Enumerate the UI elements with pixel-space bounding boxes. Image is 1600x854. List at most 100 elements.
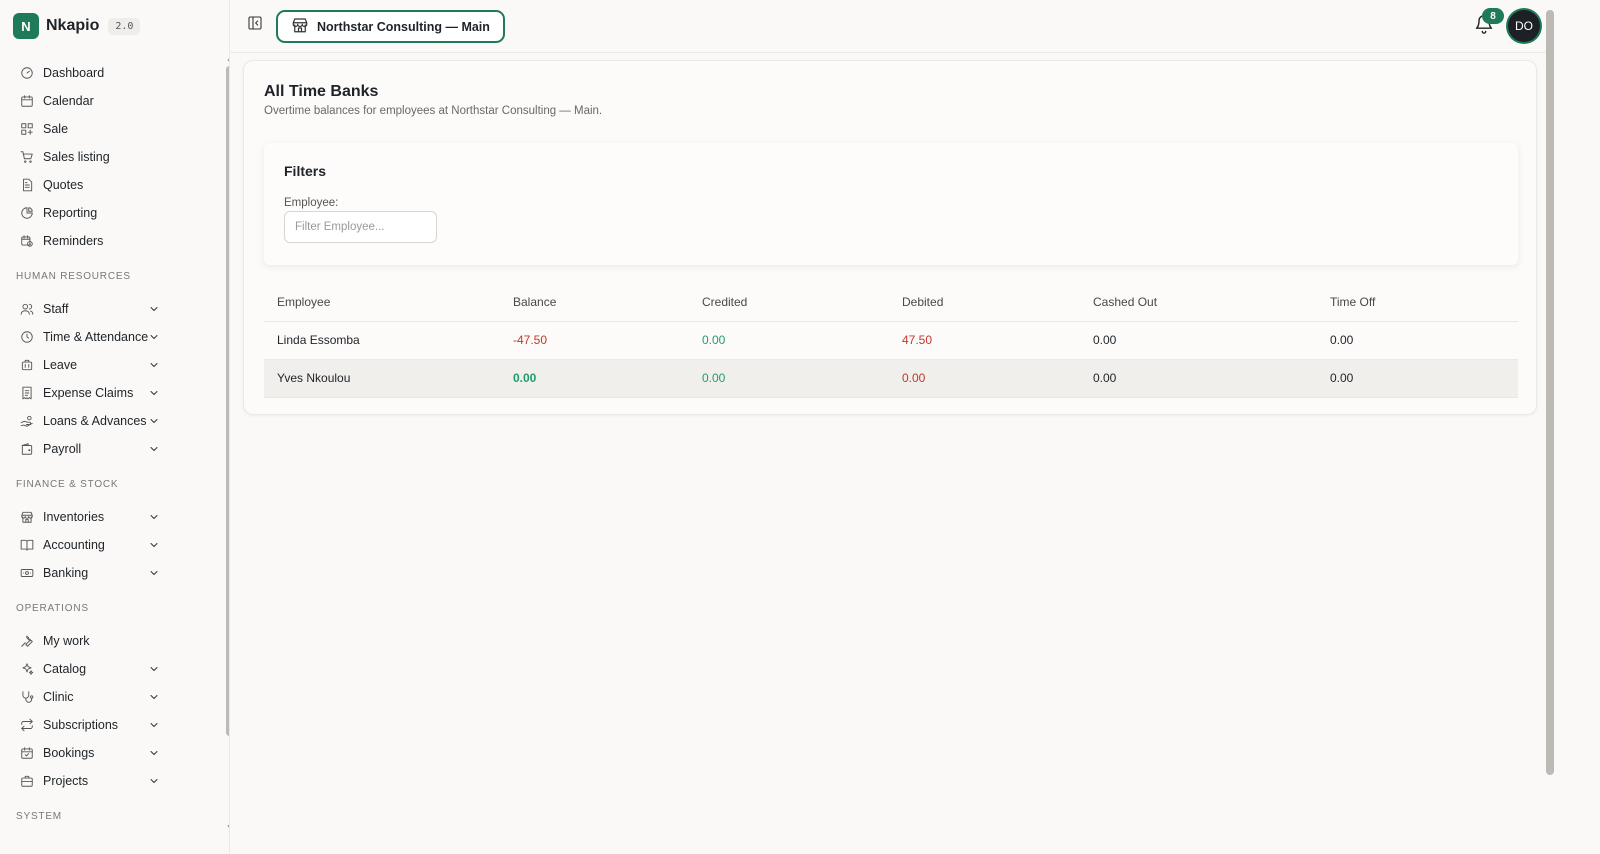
sidebar-item-label: Reporting bbox=[43, 206, 98, 220]
sidebar-item-projects[interactable]: Projects bbox=[0, 767, 229, 795]
sidebar-item-label: Banking bbox=[43, 566, 89, 580]
sidebar-item-banking[interactable]: Banking bbox=[0, 559, 229, 587]
sidebar-item-label: Catalog bbox=[43, 662, 87, 676]
employee-filter-label: Employee: bbox=[284, 197, 339, 209]
notification-count-badge: 8 bbox=[1482, 8, 1504, 24]
chevron-down-icon[interactable] bbox=[148, 415, 160, 427]
chevron-down-icon[interactable] bbox=[148, 511, 160, 523]
sidebar-item-bookings[interactable]: Bookings bbox=[0, 739, 229, 767]
chevron-down-icon[interactable] bbox=[148, 719, 160, 731]
chevron-down-icon[interactable] bbox=[148, 747, 160, 759]
cell-debited: 0.00 bbox=[902, 371, 926, 385]
column-header-cashed-out[interactable]: Cashed Out bbox=[1080, 283, 1317, 322]
hand-coins-icon bbox=[20, 414, 34, 428]
sidebar-item-label: Sale bbox=[43, 122, 69, 136]
collapse-sidebar-button[interactable] bbox=[247, 15, 263, 31]
sidebar-item-reporting[interactable]: Reporting bbox=[0, 199, 229, 227]
employee-filter-input[interactable] bbox=[284, 211, 437, 243]
sidebar-item-subscriptions[interactable]: Subscriptions bbox=[0, 711, 229, 739]
topbar: Northstar Consulting — Main 8 DO bbox=[230, 0, 1552, 53]
column-header-balance[interactable]: Balance bbox=[500, 283, 689, 322]
scroll-down-arrow[interactable]: ▼ bbox=[226, 824, 229, 831]
filters-panel: Filters Employee: bbox=[264, 143, 1518, 265]
sidebar-item-payroll[interactable]: Payroll bbox=[0, 435, 229, 463]
sidebar-item-label: Sales listing bbox=[43, 150, 110, 164]
calendar-clock-icon bbox=[20, 234, 34, 248]
page-scrollbar[interactable] bbox=[1546, 10, 1554, 775]
chevron-down-icon[interactable] bbox=[148, 303, 160, 315]
version-badge: 2.0 bbox=[108, 17, 141, 35]
sidebar-item-sales-listing[interactable]: Sales listing bbox=[0, 143, 229, 171]
sidebar-item-label: Time & Attendance bbox=[43, 330, 149, 344]
suitcase-icon bbox=[20, 358, 34, 372]
sidebar-item-label: Clinic bbox=[43, 690, 74, 704]
column-header-employee[interactable]: Employee bbox=[264, 283, 500, 322]
sidebar-item-label: Quotes bbox=[43, 178, 84, 192]
sidebar-item-catalog[interactable]: Catalog bbox=[0, 655, 229, 683]
sparkles-icon bbox=[20, 662, 34, 676]
chevron-down-icon[interactable] bbox=[148, 359, 160, 371]
sidebar-item-label: Dashboard bbox=[43, 66, 105, 80]
store-icon bbox=[291, 16, 309, 37]
page-subtitle: Overtime balances for employees at North… bbox=[264, 105, 603, 117]
column-header-time-off[interactable]: Time Off bbox=[1317, 283, 1518, 322]
calendar-icon bbox=[20, 94, 34, 108]
sidebar-item-label: Subscriptions bbox=[43, 718, 119, 732]
chevron-down-icon[interactable] bbox=[148, 539, 160, 551]
table-row[interactable]: Linda Essomba -47.50 0.00 47.50 0.00 0.0… bbox=[264, 321, 1518, 359]
section-title-operations: OPERATIONS bbox=[16, 603, 89, 614]
receipt-icon bbox=[20, 386, 34, 400]
column-header-debited[interactable]: Debited bbox=[889, 283, 1080, 322]
chevron-down-icon[interactable] bbox=[148, 331, 160, 343]
sidebar-item-my-work[interactable]: My work bbox=[0, 627, 229, 655]
brand-name: Nkapio bbox=[46, 17, 100, 34]
sidebar-nav: Dashboard Calendar Sale Sales listing Qu… bbox=[0, 59, 229, 835]
cell-cashed-out: 0.00 bbox=[1093, 333, 1117, 347]
chevron-down-icon[interactable] bbox=[148, 775, 160, 787]
sidebar-item-staff[interactable]: Staff bbox=[0, 295, 229, 323]
store-icon bbox=[20, 510, 34, 524]
chevron-down-icon[interactable] bbox=[148, 387, 160, 399]
sidebar-item-expense-claims[interactable]: Expense Claims bbox=[0, 379, 229, 407]
cell-employee: Linda Essomba bbox=[277, 333, 360, 347]
table-row[interactable]: Yves Nkoulou 0.00 0.00 0.00 0.00 0.00 bbox=[264, 359, 1518, 397]
sidebar-item-inventories[interactable]: Inventories bbox=[0, 503, 229, 531]
sidebar-item-clinic[interactable]: Clinic bbox=[0, 683, 229, 711]
sidebar-item-label: Inventories bbox=[43, 510, 105, 524]
users-icon bbox=[20, 302, 34, 316]
gauge-icon bbox=[20, 66, 34, 80]
book-icon bbox=[20, 538, 34, 552]
section-title-finance: FINANCE & STOCK bbox=[16, 479, 119, 490]
chevron-down-icon[interactable] bbox=[148, 567, 160, 579]
brand[interactable]: N Nkapio 2.0 bbox=[13, 13, 141, 39]
sidebar-item-loans-advances[interactable]: Loans & Advances bbox=[0, 407, 229, 435]
briefcase-icon bbox=[20, 774, 34, 788]
chevron-down-icon[interactable] bbox=[148, 663, 160, 675]
pie-chart-icon bbox=[20, 206, 34, 220]
column-header-credited[interactable]: Credited bbox=[689, 283, 889, 322]
sidebar-item-time-attendance[interactable]: Time & Attendance bbox=[0, 323, 229, 351]
sidebar-item-leave[interactable]: Leave bbox=[0, 351, 229, 379]
clock-icon bbox=[20, 330, 34, 344]
wallet-icon bbox=[20, 442, 34, 456]
cell-employee: Yves Nkoulou bbox=[277, 371, 351, 385]
chevron-down-icon[interactable] bbox=[148, 443, 160, 455]
branch-name: Northstar Consulting — Main bbox=[317, 19, 490, 34]
grid-plus-icon bbox=[20, 122, 34, 136]
sidebar-item-calendar[interactable]: Calendar bbox=[0, 87, 229, 115]
sidebar-scrollbar[interactable] bbox=[226, 66, 229, 736]
sidebar-item-reminders[interactable]: Reminders bbox=[0, 227, 229, 255]
scroll-up-arrow[interactable]: ▲ bbox=[226, 56, 229, 63]
sidebar-item-sale[interactable]: Sale bbox=[0, 115, 229, 143]
branch-selector-button[interactable]: Northstar Consulting — Main bbox=[276, 10, 505, 43]
sidebar-item-dashboard[interactable]: Dashboard bbox=[0, 59, 229, 87]
repeat-icon bbox=[20, 718, 34, 732]
chevron-down-icon[interactable] bbox=[148, 691, 160, 703]
section-title-hr: HUMAN RESOURCES bbox=[16, 271, 131, 282]
user-avatar[interactable]: DO bbox=[1508, 10, 1540, 42]
cell-balance: 0.00 bbox=[513, 371, 537, 385]
sidebar-item-accounting[interactable]: Accounting bbox=[0, 531, 229, 559]
time-banks-card: All Time Banks Overtime balances for emp… bbox=[243, 60, 1537, 415]
cell-debited: 47.50 bbox=[902, 333, 933, 347]
sidebar-item-quotes[interactable]: Quotes bbox=[0, 171, 229, 199]
